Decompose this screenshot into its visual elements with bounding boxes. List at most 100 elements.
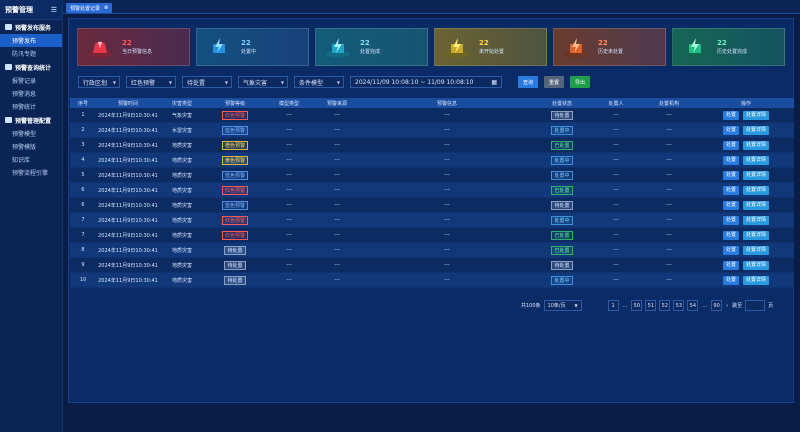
sidebar-item-warning-template[interactable]: 预警模版 <box>0 140 62 153</box>
handle-button[interactable]: 处置 <box>722 215 739 225</box>
page-button[interactable]: 90 <box>711 300 723 311</box>
level-select[interactable]: 红色预警 ▼ <box>126 76 176 88</box>
handle-button[interactable]: 处置 <box>722 110 739 120</box>
stat-cards: 22 当日预警信息 22 处置中 22 处置完成 22 未开始处置 22 历史未处置 <box>77 28 785 66</box>
table-row: 4 2024年11月9日10:30:41 地质灾害 黄色预警 --- --- --- 处置中 -… <box>70 153 794 168</box>
cell-source: --- <box>334 262 340 268</box>
cell-time: 2024年11月9日10:30:41 <box>98 232 158 239</box>
handle-button[interactable]: 处置 <box>722 125 739 135</box>
cell-org: --- <box>666 187 672 193</box>
handle-button[interactable]: 处置 <box>722 155 739 165</box>
cell-status: 处置中 <box>532 155 592 165</box>
col-header: 灾害类型 <box>171 100 192 107</box>
date-range-picker[interactable]: 2024/11/09 10:08:10 ~ 11/09 10:08:10 ▦ <box>350 76 502 88</box>
next-page-button[interactable]: › <box>725 303 729 309</box>
close-icon[interactable]: ⊗ <box>104 5 108 11</box>
sidebar-item-alarm-records[interactable]: 报警记录 <box>0 74 62 87</box>
handle-button[interactable]: 处置 <box>722 245 739 255</box>
stat-value: 22 <box>598 39 608 47</box>
table-row: 8 2024年11月9日10:30:41 地质灾害 待处置 --- --- --- 已处置 --… <box>70 243 794 258</box>
jump-label: 跳至 <box>732 303 743 309</box>
detail-button[interactable]: 处置详情 <box>743 125 770 135</box>
cell-model: --- <box>286 172 292 178</box>
detail-button[interactable]: 处置详情 <box>743 200 770 210</box>
region-select[interactable]: 行政区划 ▼ <box>78 76 120 88</box>
cell-level: 橙色预警 <box>204 140 266 150</box>
sidebar-group-header[interactable]: 预警管理配置 <box>0 113 62 127</box>
cell-info: --- <box>444 202 450 208</box>
status-badge: 已处置 <box>551 245 573 255</box>
stat-card-not-started[interactable]: 22 未开始处置 <box>434 28 547 66</box>
sidebar-group-header[interactable]: 预警发布服务 <box>0 20 62 34</box>
page-button[interactable]: 54 <box>687 300 699 311</box>
chevron-down-icon: ▼ <box>112 79 116 85</box>
lightning-icon <box>554 29 598 65</box>
sidebar-item-warning-stats[interactable]: 预警统计 <box>0 100 62 113</box>
stat-card-done[interactable]: 22 处置完成 <box>315 28 428 66</box>
page-button[interactable]: 50 <box>631 300 643 311</box>
collapse-menu-icon[interactable]: ☰ <box>51 6 57 14</box>
table-row: 10 2024年11月9日10:30:41 地质灾害 待处置 --- --- --- 处置中 -… <box>70 273 794 288</box>
sidebar-group-header[interactable]: 预警查询统计 <box>0 60 62 74</box>
level-badge: 待处置 <box>224 275 246 285</box>
query-button[interactable]: 查询 <box>518 76 539 88</box>
reset-button[interactable]: 重置 <box>544 76 565 88</box>
cell-time: 2024年11月9日10:30:41 <box>98 217 158 224</box>
cell-no: 6 <box>81 187 85 193</box>
sidebar-item-warning-messages[interactable]: 预警消息 <box>0 87 62 100</box>
jump-page-input[interactable] <box>745 300 766 311</box>
handle-button[interactable]: 处置 <box>722 185 739 195</box>
total-count: 共100条 <box>521 303 541 309</box>
sidebar-item-warning-model[interactable]: 预警模型 <box>0 127 62 140</box>
stat-card-history-unhandled[interactable]: 22 历史未处置 <box>553 28 666 66</box>
disaster-select[interactable]: 气象灾害 ▼ <box>238 76 288 88</box>
tab-label: 预警处置记录 <box>70 5 101 12</box>
cell-model: --- <box>286 112 292 118</box>
stat-card-history-done[interactable]: 22 历史处置完成 <box>672 28 785 66</box>
cell-actions: 处置 处置详情 <box>698 275 794 285</box>
page-size-select[interactable]: 10条/页 ▼ <box>543 300 582 311</box>
model-select[interactable]: 条件模型 ▼ <box>294 76 344 88</box>
handle-button[interactable]: 处置 <box>722 140 739 150</box>
cell-type: 水雷灾害 <box>171 127 192 134</box>
detail-button[interactable]: 处置详情 <box>743 245 770 255</box>
export-button[interactable]: 导出 <box>570 76 591 88</box>
detail-button[interactable]: 处置详情 <box>743 170 770 180</box>
detail-button[interactable]: 处置详情 <box>743 110 770 120</box>
cell-no: 2 <box>81 127 85 133</box>
sidebar-item-warning-publish[interactable]: 预警发布 <box>0 34 62 47</box>
tab-warning-records[interactable]: 预警处置记录 ⊗ <box>66 3 113 13</box>
pagination: 共100条 10条/页 ▼ 1... 50 51 52 53 54... 90 › 跳至 页 <box>521 300 773 311</box>
handle-button[interactable]: 处置 <box>722 260 739 270</box>
page-button[interactable]: 52 <box>659 300 671 311</box>
detail-button[interactable]: 处置详情 <box>743 185 770 195</box>
sidebar-item-flow-engine[interactable]: 预警流程引擎 <box>0 166 62 179</box>
cell-time: 2024年11月9日10:30:41 <box>98 172 158 179</box>
page-button[interactable]: 53 <box>673 300 685 311</box>
sidebar-group-label: 预警管理配置 <box>15 117 52 125</box>
detail-button[interactable]: 处置详情 <box>743 275 770 285</box>
main-panel: 22 当日预警信息 22 处置中 22 处置完成 22 未开始处置 22 历史未处置 <box>68 18 794 403</box>
detail-button[interactable]: 处置详情 <box>743 260 770 270</box>
select-value: 待处置 <box>187 79 206 87</box>
detail-button[interactable]: 处置详情 <box>743 155 770 165</box>
stat-card-processing[interactable]: 22 处置中 <box>196 28 309 66</box>
detail-button[interactable]: 处置详情 <box>743 215 770 225</box>
handle-button[interactable]: 处置 <box>722 230 739 240</box>
cell-org: --- <box>666 277 672 283</box>
table-row: 6 2024年11月9日10:30:41 地质灾害 红色预警 --- --- --- 已处置 -… <box>70 183 794 198</box>
detail-button[interactable]: 处置详情 <box>743 230 770 240</box>
page-button[interactable]: 51 <box>645 300 657 311</box>
sidebar-item-flood-topic[interactable]: 防汛专题 <box>0 47 62 60</box>
handle-button[interactable]: 处置 <box>722 170 739 180</box>
handle-button[interactable]: 处置 <box>722 275 739 285</box>
status-select[interactable]: 待处置 ▼ <box>182 76 232 88</box>
page-button[interactable]: 1 <box>607 300 619 311</box>
sidebar-item-knowledge-base[interactable]: 知识库 <box>0 153 62 166</box>
cell-model: --- <box>286 157 292 163</box>
handle-button[interactable]: 处置 <box>722 200 739 210</box>
stat-card-today[interactable]: 22 当日预警信息 <box>77 28 190 66</box>
cell-actions: 处置 处置详情 <box>698 140 794 150</box>
cell-model: --- <box>286 142 292 148</box>
detail-button[interactable]: 处置详情 <box>743 140 770 150</box>
